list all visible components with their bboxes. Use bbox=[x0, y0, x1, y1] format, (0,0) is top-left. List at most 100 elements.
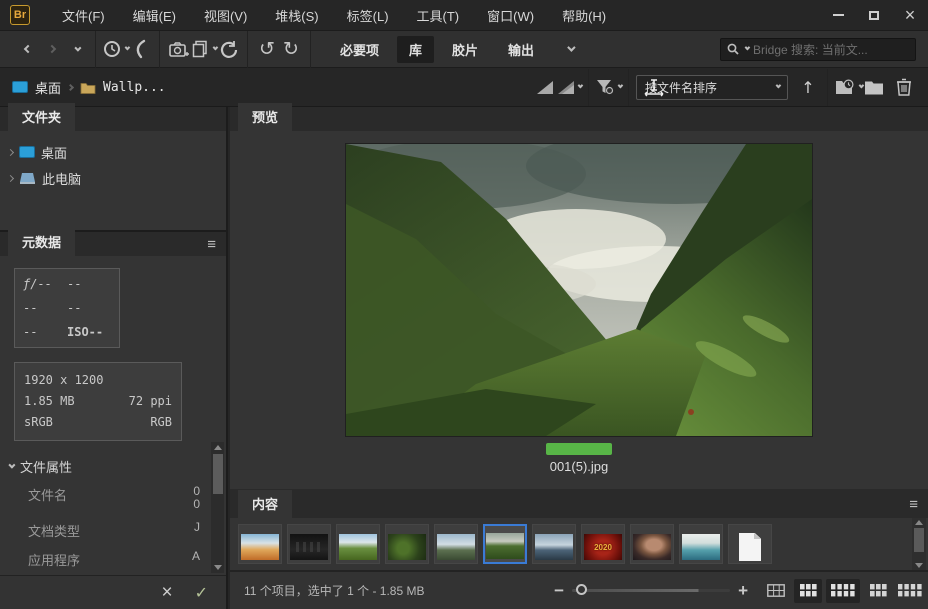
menu-file[interactable]: 文件(F) bbox=[48, 0, 119, 31]
scroll-up-icon[interactable] bbox=[214, 445, 222, 450]
boomerang-return-button[interactable] bbox=[128, 36, 152, 62]
view-as-grid-extra-button[interactable] bbox=[896, 579, 924, 603]
view-as-thumbnails-button[interactable] bbox=[794, 579, 822, 603]
property-row-doctype[interactable]: 文档类型 J bbox=[0, 516, 226, 545]
breadcrumb-folder[interactable]: Wallp... bbox=[103, 80, 166, 95]
new-folder-icon bbox=[864, 80, 884, 95]
expand-chevron-icon[interactable] bbox=[7, 148, 14, 155]
slider-knob[interactable] bbox=[576, 584, 587, 595]
cancel-metadata-button[interactable]: × bbox=[161, 583, 172, 602]
boomerang-icon bbox=[132, 39, 148, 59]
bridge-logo-icon: Br bbox=[10, 5, 30, 25]
new-folder-button[interactable] bbox=[862, 74, 886, 100]
tab-metadata[interactable]: 元数据 bbox=[8, 228, 75, 256]
expand-chevron-icon[interactable] bbox=[7, 174, 14, 181]
thumbnail-mountain-landscape[interactable] bbox=[434, 524, 478, 564]
aperture-value: ƒ/-- bbox=[23, 277, 67, 291]
camera-import-icon bbox=[169, 41, 189, 58]
back-button[interactable] bbox=[16, 36, 40, 62]
file-properties-section-header[interactable]: 文件属性 bbox=[8, 457, 226, 476]
refresh-button[interactable] bbox=[216, 36, 240, 62]
apply-metadata-button[interactable]: ✓ bbox=[195, 583, 208, 603]
scrollbar-thumb[interactable] bbox=[213, 454, 223, 494]
menu-tools[interactable]: 工具(T) bbox=[403, 0, 474, 31]
status-bar: 11 个项目，选中了 1 个 - 1.85 MB − + bbox=[230, 570, 928, 609]
scrollbar-thumb[interactable] bbox=[914, 528, 924, 552]
workspace-tab-output[interactable]: 输出 bbox=[496, 36, 546, 63]
metadata-menu-icon[interactable]: ≡ bbox=[207, 240, 216, 250]
zoom-in-button[interactable]: + bbox=[738, 581, 748, 601]
tree-item-label: 此电脑 bbox=[42, 169, 81, 188]
zoom-out-button[interactable]: − bbox=[554, 581, 564, 601]
maximize-button[interactable] bbox=[856, 0, 892, 31]
property-row-filename[interactable]: 文件名 00 bbox=[0, 480, 226, 516]
green-label-bar[interactable] bbox=[546, 443, 612, 455]
tree-item-this-pc[interactable]: 此电脑 bbox=[0, 165, 226, 191]
thumbnail-size-slider[interactable] bbox=[572, 589, 730, 592]
exposure-value: -- bbox=[67, 277, 111, 291]
metadata-scrollbar[interactable] bbox=[211, 442, 224, 573]
forward-icon bbox=[48, 45, 56, 53]
content-scrollbar[interactable] bbox=[912, 518, 926, 570]
scroll-up-icon[interactable] bbox=[915, 520, 923, 525]
property-row-application[interactable]: 应用程序 A bbox=[0, 545, 226, 574]
search-input[interactable]: Bridge 搜索: 当前文... bbox=[720, 38, 916, 61]
view-as-list-button[interactable] bbox=[864, 579, 892, 603]
thumbnail-green-valley-selected[interactable] bbox=[483, 524, 527, 564]
thumbnail-woman-portrait[interactable] bbox=[630, 524, 674, 564]
batch-rename-button[interactable] bbox=[191, 36, 216, 62]
workspace-tab-filmstrip[interactable]: 胶片 bbox=[440, 36, 490, 63]
thumbnail-red-new-year[interactable]: 2020 bbox=[581, 524, 625, 564]
thumbnail-image bbox=[486, 533, 524, 559]
tree-item-desktop[interactable]: 桌面 bbox=[0, 139, 226, 165]
menu-label[interactable]: 标签(L) bbox=[333, 0, 403, 31]
lock-thumbnail-grid-button[interactable] bbox=[762, 579, 790, 603]
thumbnail-dark-forest[interactable] bbox=[385, 524, 429, 564]
content-menu-icon[interactable]: ≡ bbox=[909, 500, 918, 510]
preview-image[interactable] bbox=[346, 144, 812, 436]
minimize-button[interactable] bbox=[820, 0, 856, 31]
thumbnail-teal-mountains[interactable] bbox=[679, 524, 723, 564]
thumbnail-sunset-beach[interactable] bbox=[238, 524, 282, 564]
view-as-details-button[interactable] bbox=[826, 579, 860, 603]
nav-dropdown[interactable] bbox=[64, 36, 88, 62]
sort-dropdown[interactable]: 按文件名排序 bbox=[636, 75, 788, 100]
thumbnail-green-meadow[interactable] bbox=[336, 524, 380, 564]
thumbnail-document-file[interactable] bbox=[728, 524, 772, 564]
color-profile: sRGB bbox=[24, 412, 53, 433]
thumbnail-blue-mountains[interactable] bbox=[532, 524, 576, 564]
menu-view[interactable]: 视图(V) bbox=[190, 0, 261, 31]
menu-help[interactable]: 帮助(H) bbox=[548, 0, 620, 31]
thumbnail-dark-night-scene[interactable] bbox=[287, 524, 331, 564]
scroll-down-icon[interactable] bbox=[915, 563, 923, 568]
path-bar: 桌面 Wallp... 按文件名排序 ↑ bbox=[0, 68, 928, 107]
get-photos-from-camera-button[interactable] bbox=[167, 36, 191, 62]
property-value: A bbox=[192, 550, 200, 563]
property-label: 文档类型 bbox=[28, 521, 80, 540]
sort-ascending-button[interactable]: ↑ bbox=[796, 74, 820, 100]
workspace-tab-essentials[interactable]: 必要项 bbox=[328, 36, 391, 63]
scroll-down-icon[interactable] bbox=[214, 565, 222, 570]
desktop-icon bbox=[12, 81, 28, 93]
thumbnail-quality-options-button[interactable] bbox=[557, 74, 581, 100]
recent-items-button[interactable] bbox=[835, 74, 862, 100]
close-button[interactable]: × bbox=[892, 0, 928, 31]
delete-item-button[interactable] bbox=[892, 74, 916, 100]
filter-items-button[interactable] bbox=[596, 74, 621, 100]
forward-button[interactable] bbox=[40, 36, 64, 62]
menu-edit[interactable]: 编辑(E) bbox=[119, 0, 190, 31]
thumbnail-quality-embedded-button[interactable] bbox=[533, 74, 557, 100]
workspace-switcher-dropdown[interactable] bbox=[558, 36, 582, 62]
tab-content[interactable]: 内容 bbox=[238, 490, 292, 518]
rotate-right-button[interactable]: ↻ bbox=[279, 36, 303, 62]
rotate-left-button[interactable]: ↺ bbox=[255, 36, 279, 62]
preview-panel-body: 001(5).jpg bbox=[230, 131, 928, 489]
menu-window[interactable]: 窗口(W) bbox=[473, 0, 548, 31]
menu-stacks[interactable]: 堆栈(S) bbox=[261, 0, 332, 31]
workspace-tab-libraries[interactable]: 库 bbox=[397, 36, 434, 63]
tab-preview[interactable]: 预览 bbox=[238, 103, 292, 131]
breadcrumb-desktop[interactable]: 桌面 bbox=[35, 78, 61, 97]
shutter-value: -- bbox=[23, 301, 67, 315]
recent-files-button[interactable] bbox=[103, 36, 128, 62]
tab-folders[interactable]: 文件夹 bbox=[8, 103, 75, 131]
